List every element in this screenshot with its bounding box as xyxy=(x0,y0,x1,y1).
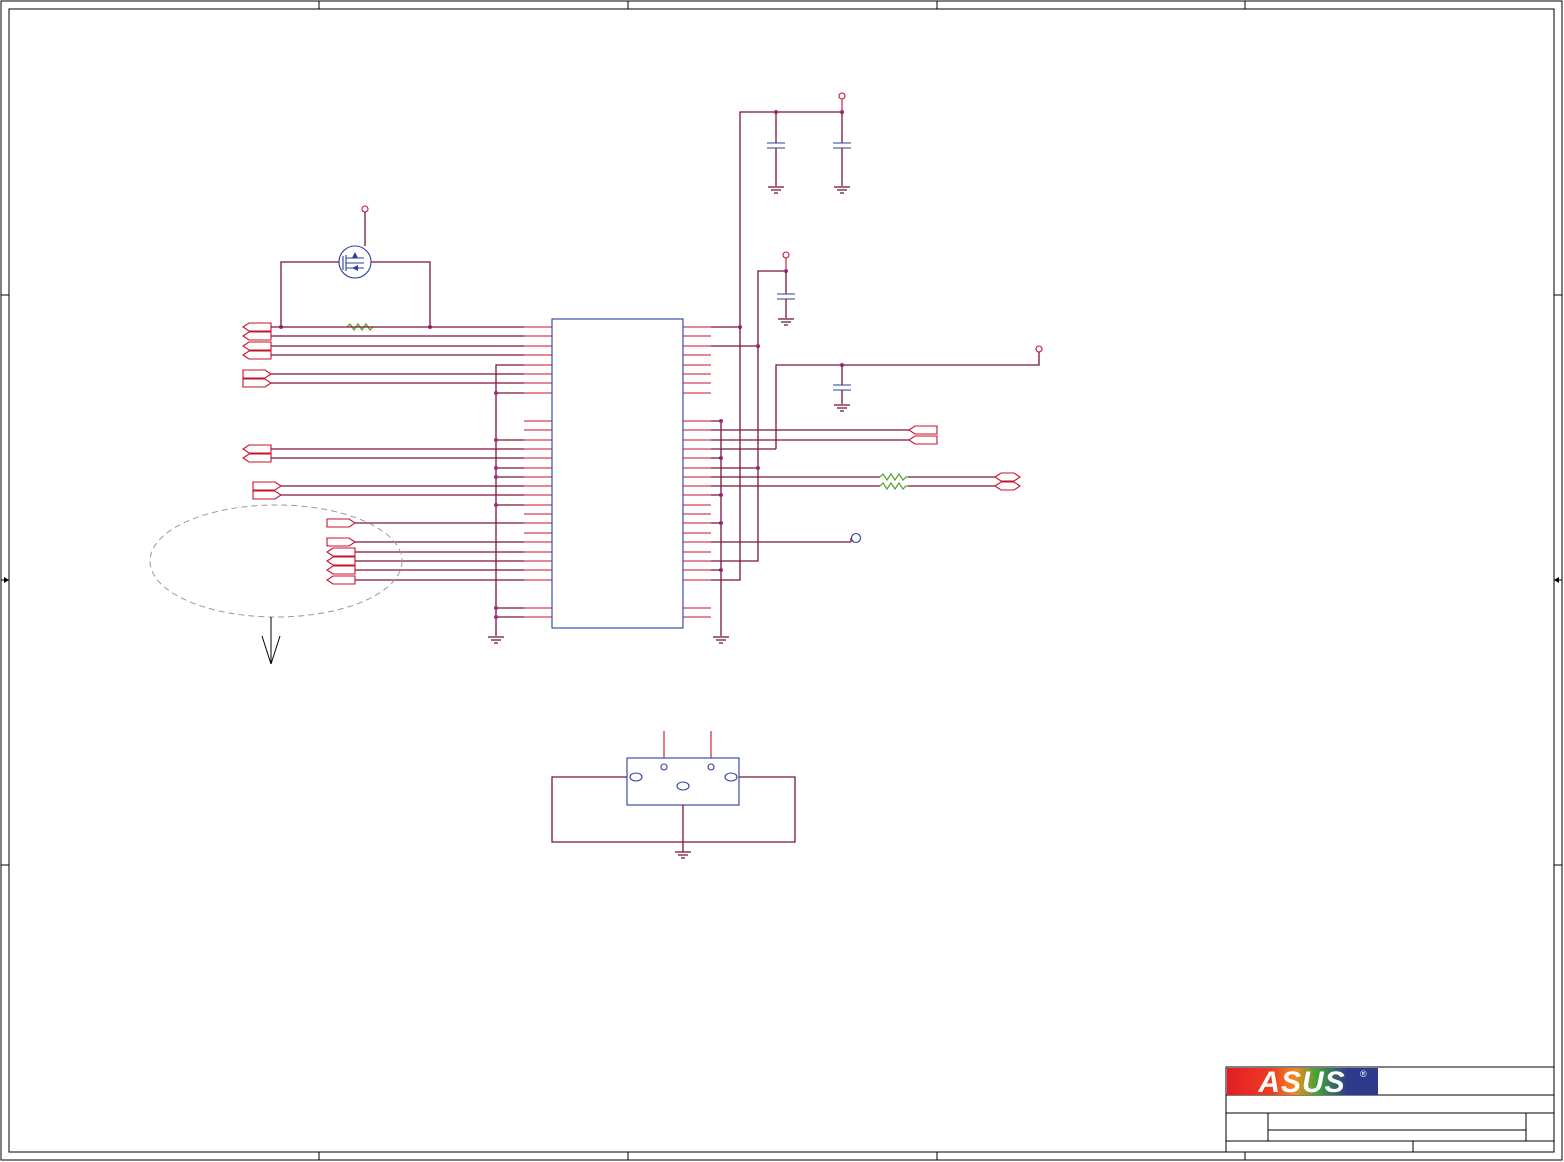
offpage-connector-icon xyxy=(242,369,272,379)
ground-icon xyxy=(713,636,729,644)
schematic-sheet: ASUS ® xyxy=(0,0,1563,1161)
offpage-connector-icon xyxy=(252,490,282,500)
power-rail-symbol xyxy=(838,92,846,100)
offpage-connector-icon xyxy=(242,331,272,341)
ground-icon xyxy=(834,404,850,412)
power-rail-symbol xyxy=(1035,345,1043,353)
offpage-connector-icon xyxy=(326,575,356,585)
right-pin-stubs xyxy=(683,326,711,618)
bottom-component xyxy=(551,731,796,859)
mosfet-icon xyxy=(338,245,372,279)
offpage-connector-icon xyxy=(242,378,272,388)
right-nets xyxy=(711,325,995,644)
logo-wordmark: ASUS xyxy=(1257,1066,1345,1099)
offpage-connector-icon xyxy=(326,518,356,528)
capacitor-icon xyxy=(777,271,795,318)
mosfet-group xyxy=(279,205,432,332)
capacitor-icon xyxy=(767,112,785,186)
offpage-connector-icon xyxy=(242,341,272,351)
sheet-border xyxy=(0,0,1563,1161)
offpage-connector-icon xyxy=(242,453,272,463)
offpage-connectors-left xyxy=(242,322,356,585)
ground-icon xyxy=(834,186,850,194)
offpage-connector-icon xyxy=(252,481,282,491)
power-rail-symbol xyxy=(782,251,790,259)
resistor-icon xyxy=(879,472,908,482)
offpage-connector-icon xyxy=(908,425,938,435)
right-capacitor-group xyxy=(775,345,1043,449)
capacitor-icon xyxy=(833,112,851,186)
test-point-icon xyxy=(850,532,862,544)
ground-icon xyxy=(778,318,794,326)
ground-icon xyxy=(768,186,784,194)
offpage-connector-icon xyxy=(994,481,1021,491)
capacitor-icon xyxy=(833,365,851,404)
offpage-connector-icon xyxy=(326,537,356,547)
offpage-connector-icon xyxy=(994,472,1021,482)
offpage-connector-icon xyxy=(242,444,272,454)
offpage-connector-icon xyxy=(242,350,272,360)
offpage-connector-icon xyxy=(908,435,938,445)
offpage-connectors-right xyxy=(908,425,1021,491)
left-nets xyxy=(271,326,524,644)
offpage-connector-icon xyxy=(326,556,356,566)
title-block: ASUS ® xyxy=(1225,1066,1555,1153)
asus-logo: ASUS ® xyxy=(1227,1066,1378,1099)
resistor-icon xyxy=(879,481,908,491)
top-capacitor-group xyxy=(739,92,851,327)
offpage-connector-icon xyxy=(326,547,356,557)
registered-mark: ® xyxy=(1360,1069,1367,1079)
ground-icon xyxy=(488,636,504,644)
offpage-connector-icon xyxy=(326,565,356,575)
main-ic xyxy=(551,318,684,629)
offpage-connector-icon xyxy=(242,322,272,332)
annotation-callout xyxy=(149,504,403,665)
left-pin-stubs xyxy=(524,326,552,618)
power-rail-symbol xyxy=(361,205,369,213)
mid-capacitor-group xyxy=(757,251,795,346)
ground-icon xyxy=(675,851,691,859)
